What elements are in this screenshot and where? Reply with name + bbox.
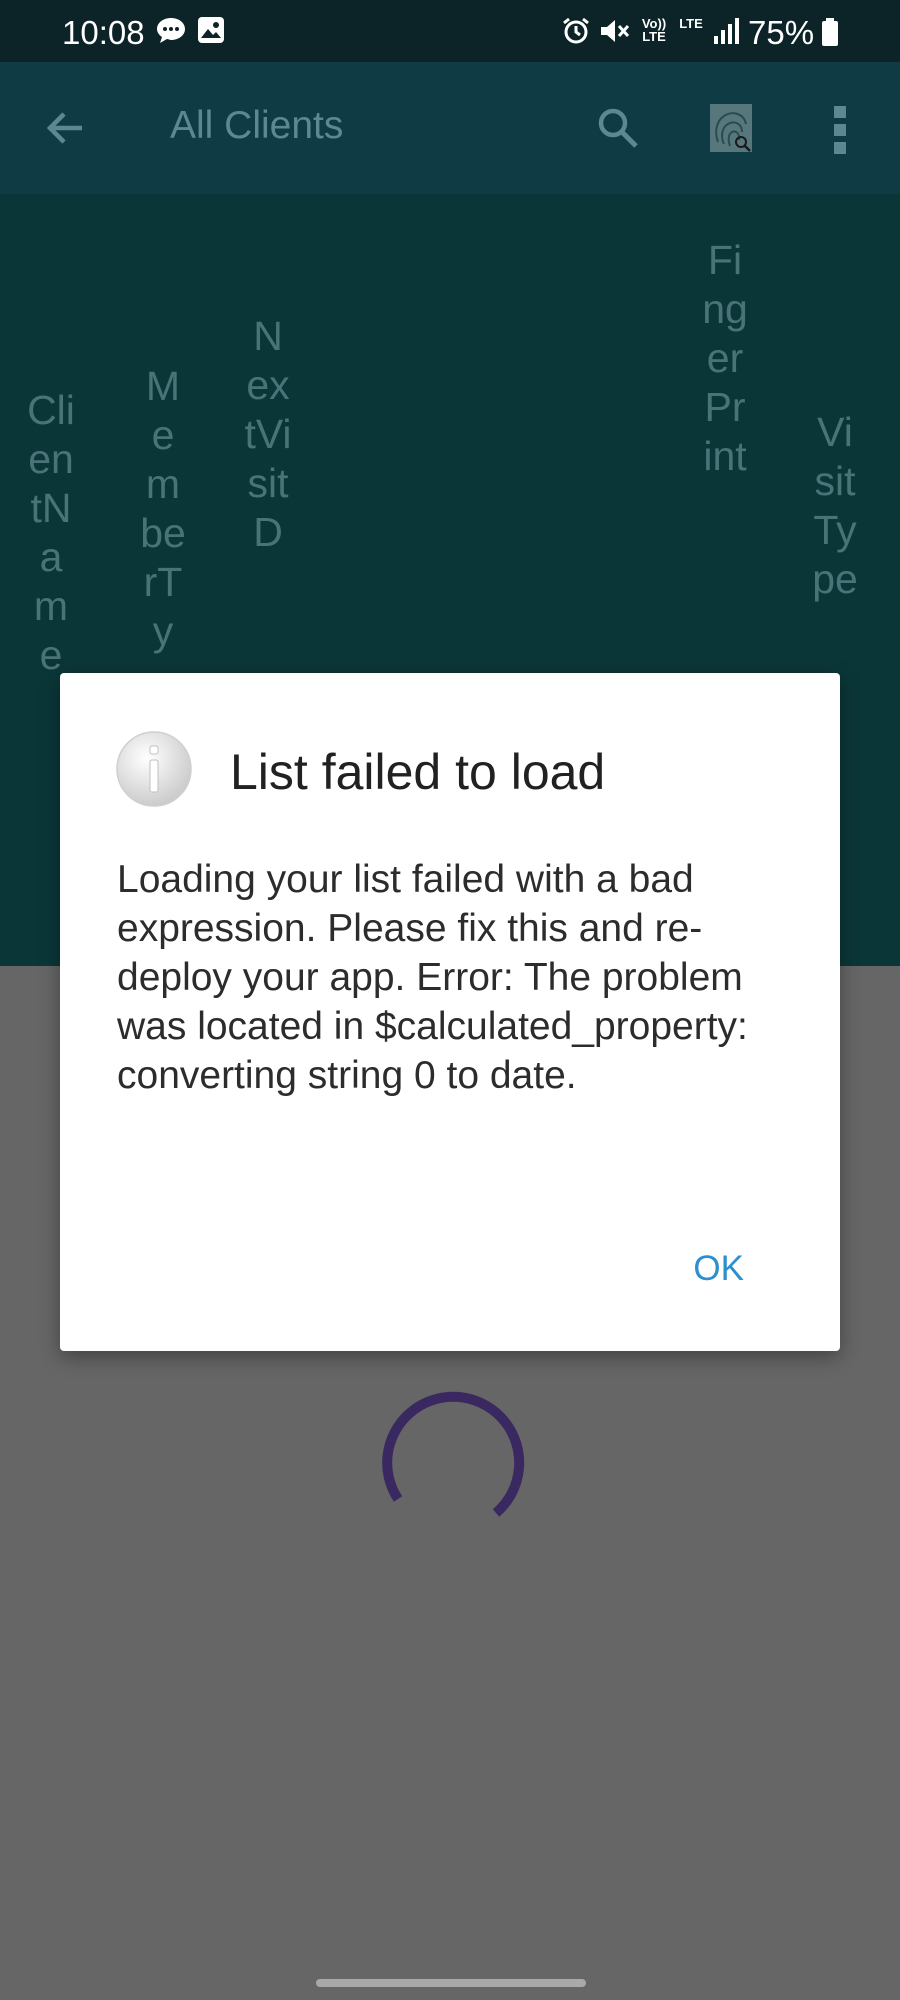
battery-level: 75% (748, 14, 815, 51)
more-vert-icon[interactable] (832, 106, 848, 154)
status-time: 10:08 (62, 14, 145, 51)
status-bar: 10:08 Vo)) LTE LTE 75% (0, 0, 900, 62)
volte-indicator: Vo)) LTE (641, 16, 667, 44)
back-arrow-icon[interactable] (44, 107, 86, 149)
error-dialog: List failed to load Loading your list fa… (60, 673, 840, 1351)
search-icon[interactable] (596, 106, 640, 150)
battery-icon (822, 18, 838, 46)
column-header-visittype[interactable]: VisitType (810, 408, 860, 604)
chat-notification-icon (157, 18, 185, 43)
dialog-title: List failed to load (230, 744, 606, 800)
column-header-clientname[interactable]: ClientName (26, 386, 76, 680)
app-bar: All Clients (0, 62, 900, 194)
mute-icon (601, 20, 630, 42)
ok-button[interactable]: OK (693, 1249, 744, 1289)
page-title: All Clients (170, 104, 344, 147)
home-indicator[interactable] (316, 1979, 586, 1987)
info-icon (116, 731, 192, 807)
gallery-notification-icon (198, 17, 224, 43)
lte-indicator: LTE (679, 16, 703, 31)
fingerprint-icon[interactable] (710, 104, 752, 152)
column-header-fingerprint[interactable]: FingerPrint (700, 236, 750, 481)
column-header-membertype[interactable]: MemberTy (138, 362, 188, 656)
signal-icon (714, 18, 739, 44)
dialog-message: Loading your list failed with a bad expr… (117, 858, 748, 1097)
loading-spinner (382, 1391, 525, 1517)
alarm-icon (563, 17, 589, 44)
column-header-nextvisitdate[interactable]: NextVisitD (243, 312, 293, 557)
